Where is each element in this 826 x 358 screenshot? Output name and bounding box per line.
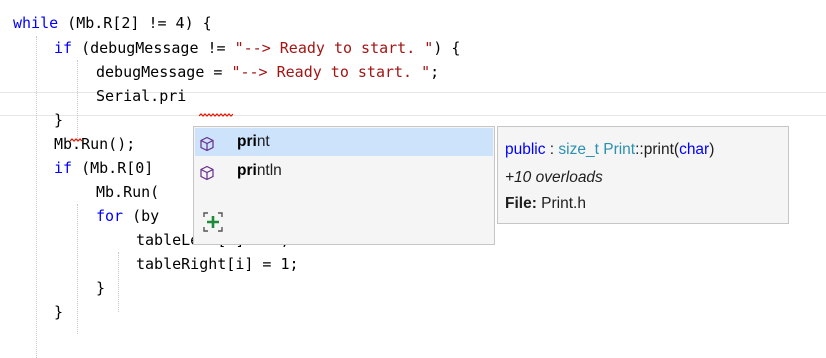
code-line[interactable]: tableRight[i] = 1;: [136, 252, 299, 276]
code-line[interactable]: }: [54, 108, 63, 132]
file-line: File: Print.h: [505, 192, 586, 216]
code-token: Serial.pri: [96, 87, 187, 105]
completion-match: pri: [237, 162, 257, 179]
code-token: ) {: [433, 39, 461, 57]
code-token: (Mb.R[0]: [72, 159, 154, 177]
code-token: debugMessage =: [96, 63, 232, 81]
signature-class: Print: [603, 141, 636, 158]
code-token: for: [96, 207, 124, 225]
signature-scope: ::: [635, 141, 644, 158]
completion-rest: nt: [256, 133, 270, 150]
code-line[interactable]: Mb.Run(: [96, 180, 159, 204]
code-line[interactable]: if (debugMessage != "--> Ready to start.…: [54, 36, 460, 60]
indent-guide: [77, 60, 78, 140]
completion-rest: ntln: [256, 162, 282, 179]
code-token: }: [54, 303, 64, 321]
signature-function: print: [643, 141, 674, 158]
signature-tooltip: public : size_t Print::print(char) +10 o…: [497, 126, 789, 224]
overloads-text: +10 overloads: [505, 169, 603, 186]
code-token: }: [96, 279, 106, 297]
code-token: Mb.Run(: [96, 183, 160, 201]
indent-guide: [118, 252, 119, 312]
code-token: (by: [123, 207, 160, 225]
code-token: if: [54, 39, 73, 57]
code-line[interactable]: while (Mb.R[2] != 4) {: [13, 11, 212, 35]
signature-line: public : size_t Print::print(char): [505, 138, 714, 162]
code-token: if: [54, 159, 73, 177]
completion-match: pri: [237, 133, 257, 150]
code-token: ;: [430, 63, 440, 81]
error-squiggle: [70, 138, 82, 142]
code-token: (debugMessage !=: [72, 39, 235, 57]
indent-guide: [77, 204, 78, 334]
code-token: "--> Ready to start. ": [234, 39, 434, 57]
code-token: }: [54, 111, 64, 129]
completion-item-label: println: [237, 157, 282, 185]
expand-filter-icon[interactable]: [202, 211, 224, 233]
code-token: (Mb.R[2] != 4) {: [58, 14, 212, 32]
completion-item-label: print: [237, 128, 270, 156]
code-line[interactable]: }: [96, 276, 105, 300]
code-token: Mb.Run();: [54, 135, 136, 153]
file-label: File:: [505, 195, 537, 212]
code-line[interactable]: Serial.pri: [96, 84, 186, 108]
code-line[interactable]: for (by: [96, 204, 159, 228]
code-token: "--> Ready to start. ": [231, 63, 431, 81]
signature-paren: ): [709, 141, 715, 158]
method-cube-icon: [199, 134, 215, 152]
completion-item[interactable]: println: [195, 157, 493, 185]
signature-param: char: [679, 141, 710, 158]
completion-item[interactable]: print: [195, 128, 493, 156]
error-squiggle: [199, 113, 233, 117]
code-token: while: [13, 14, 59, 32]
indent-guide: [36, 36, 37, 358]
code-token: tableRight[i] = 1;: [136, 255, 299, 273]
signature-access: public: [505, 141, 546, 158]
code-line[interactable]: Mb.Run();: [54, 132, 135, 156]
file-name: Print.h: [536, 195, 586, 212]
code-line[interactable]: if (Mb.R[0]: [54, 156, 153, 180]
completion-list[interactable]: print println: [193, 126, 495, 245]
code-line[interactable]: debugMessage = "--> Ready to start. ";: [96, 60, 439, 84]
signature-return-type: size_t: [558, 141, 599, 158]
signature-colon: :: [545, 141, 559, 158]
method-cube-icon: [199, 163, 215, 181]
code-line[interactable]: }: [54, 300, 63, 324]
